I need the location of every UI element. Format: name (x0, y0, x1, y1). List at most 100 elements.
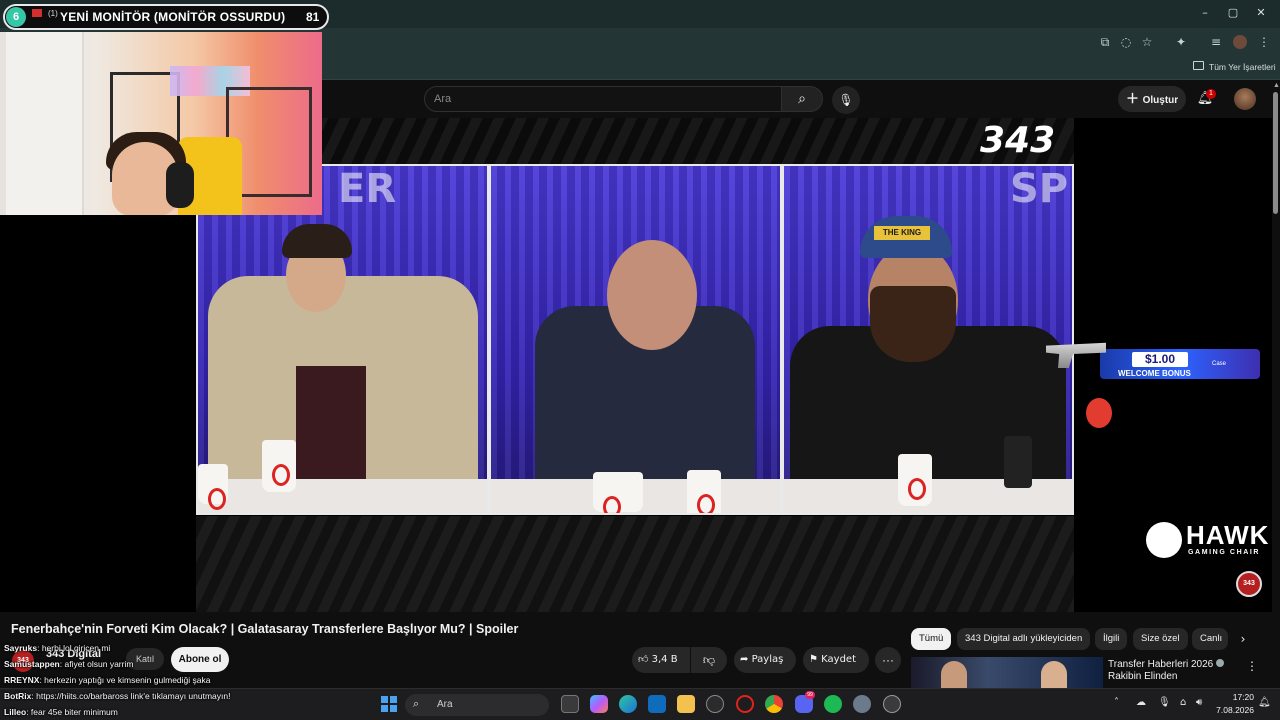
search-button[interactable]: ⌕ (781, 86, 823, 112)
scroll-up-icon[interactable]: ▲ (1273, 82, 1280, 89)
viewer-count: 81 (306, 10, 320, 24)
search-icon: ⌕ (413, 697, 420, 710)
search-input[interactable] (424, 86, 782, 112)
chip-for-you[interactable]: Size özel (1133, 628, 1188, 650)
related-video-thumbnail[interactable] (911, 657, 1103, 688)
thumbs-down-icon: 👎︎ (702, 653, 716, 667)
scrollbar-thumb[interactable] (1273, 92, 1278, 214)
video-title: Fenerbahçe'nin Forveti Kim Olacak? | Gal… (11, 622, 519, 636)
bonus-brand: Case (1212, 361, 1227, 367)
install-app-icon[interactable]: ⧉ (1097, 34, 1113, 50)
stream-small-count: (1) (48, 9, 58, 18)
taskbar-clock-date[interactable]: 7.08.2026 (1212, 705, 1254, 715)
hide-eye-icon[interactable]: ◌ (1118, 34, 1134, 50)
video-panel-right: SP THE KING (782, 164, 1074, 515)
chat-message: BotRix: https://hiits.co/barbaross link'… (4, 691, 231, 701)
streamer-webcam (0, 32, 322, 215)
host-middle-face (607, 240, 697, 350)
folder-icon (1193, 61, 1204, 70)
maximize-icon[interactable]: ▢ (1226, 6, 1240, 20)
close-icon[interactable]: ✕ (1254, 6, 1268, 20)
profile-avatar[interactable] (1233, 35, 1247, 49)
windows-start-icon[interactable] (381, 696, 397, 712)
related-title-line: Transfer Haberleri 2026 (1108, 659, 1214, 670)
xbox-icon[interactable] (706, 695, 724, 713)
opera-gx-icon[interactable] (736, 695, 754, 713)
like-button[interactable]: 👍︎ 3,4 B (632, 647, 690, 673)
related-more-icon[interactable]: ⋮ (1246, 659, 1258, 673)
network-icon[interactable]: ⌂ (1180, 697, 1186, 708)
video-panel-left: ER (196, 164, 489, 515)
share-icon: ➦ (740, 654, 752, 665)
subscribe-button[interactable]: Abone ol (171, 647, 229, 672)
all-bookmarks-link[interactable]: Tüm Yer İşaretleri (1209, 62, 1276, 72)
volume-icon[interactable]: 🔊︎ (1196, 697, 1202, 708)
notifications-icon[interactable]: 🔔︎ (1258, 697, 1271, 708)
spotify-icon[interactable] (824, 695, 842, 713)
sponsor-subtitle: GAMING CHAIR (1188, 549, 1261, 556)
chat-message: Lilleo: fear 45e biter minimum (4, 707, 118, 717)
knife-icon (1086, 398, 1112, 428)
taskbar-search[interactable]: Ara (405, 694, 549, 716)
create-button[interactable]: ＋ Oluştur (1118, 86, 1186, 112)
video-panel-middle (489, 164, 782, 515)
stream-badge: 6 (6, 7, 26, 27)
related-video-title[interactable]: Transfer Haberleri 2026 (1108, 658, 1225, 671)
taskbar-clock-time[interactable]: 17:20 (1220, 692, 1254, 702)
bonus-text: WELCOME BONUS (1118, 369, 1191, 378)
share-button[interactable]: ➦ Paylaş (734, 647, 796, 673)
settings-gear-icon[interactable] (853, 695, 871, 713)
related-video-title-line2[interactable]: Rakibin Elinden (1108, 671, 1178, 682)
account-avatar[interactable] (1234, 88, 1256, 110)
chip-from-uploader[interactable]: 343 Digital adlı yükleyiciden (957, 628, 1091, 650)
save-button[interactable]: ⚑ Kaydet (803, 647, 869, 673)
tray-mic-icon[interactable]: 🎙︎ (1158, 697, 1171, 708)
extensions-icon[interactable]: ✦ (1173, 34, 1189, 50)
save-label: Kaydet (821, 654, 857, 665)
dislike-button[interactable]: 👎︎ (691, 647, 727, 673)
microphone-icon: 🎙︎ (838, 93, 854, 107)
search-icon: ⌕ (798, 91, 806, 107)
discord-badge: 99 (805, 691, 815, 699)
copilot-icon[interactable] (590, 695, 608, 713)
reading-list-icon[interactable]: ≡ (1208, 34, 1224, 50)
create-label: Oluştur (1142, 95, 1179, 106)
search-placeholder: Ara (434, 93, 452, 105)
voice-search-button[interactable]: 🎙︎ (832, 86, 860, 114)
edge-icon[interactable] (619, 695, 637, 713)
phone-stand (1004, 436, 1032, 488)
chat-message: Samustappen: afiyet olsun yarrim (4, 659, 134, 669)
stream-title: YENİ MONİTÖR (MONİTÖR OSSURDU) (60, 10, 286, 24)
chip-live[interactable]: Canlı (1192, 628, 1228, 650)
bonus-amount: $1.00 (1132, 352, 1188, 367)
browser-menu-icon[interactable]: ⋮ (1256, 34, 1272, 50)
obs-icon[interactable] (883, 695, 901, 713)
notification-count-badge: 1 (1206, 89, 1216, 99)
tray-chevron-up-icon[interactable]: ˄ (1114, 697, 1119, 708)
like-count: 3,4 B (651, 654, 678, 665)
bookmark-icon: ⚑ (809, 654, 822, 665)
flag-icon (32, 9, 42, 17)
task-view-icon[interactable] (561, 695, 579, 713)
cup-icon (262, 440, 296, 492)
minimize-icon[interactable]: – (1198, 6, 1212, 20)
tray-app-icon[interactable]: ☁ (1136, 697, 1146, 708)
chrome-icon[interactable] (765, 695, 783, 713)
outlook-icon[interactable] (648, 695, 666, 713)
channel-corner-badge: 343 (1236, 571, 1262, 597)
thumbs-up-icon: 👍︎ (638, 654, 652, 665)
chat-message: RREYNX: herkezin yaptığı ve kimsenin gul… (4, 675, 211, 685)
more-actions-button[interactable]: ··· (875, 647, 901, 673)
hawk-logo-icon (1146, 522, 1182, 558)
bookmark-star-icon[interactable]: ☆ (1139, 34, 1155, 50)
verified-icon (1216, 659, 1225, 667)
set-watermark-left: ER (338, 166, 397, 212)
video-top-band (196, 118, 1074, 164)
plus-icon: ＋ (1126, 91, 1143, 106)
cap-label: THE KING (874, 226, 930, 240)
chevron-right-icon[interactable]: › (1236, 632, 1250, 648)
sponsor-name: HAWK (1186, 520, 1270, 550)
chip-related[interactable]: İlgili (1095, 628, 1128, 650)
file-explorer-icon[interactable] (677, 695, 695, 713)
chip-all[interactable]: Tümü (911, 628, 952, 650)
